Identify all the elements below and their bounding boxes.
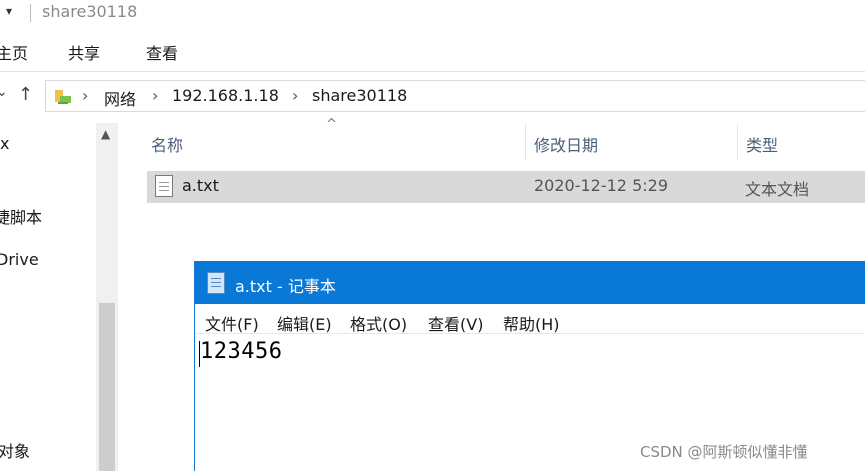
up-arrow-icon[interactable]: ↑ xyxy=(18,84,33,105)
network-folder-icon xyxy=(55,90,71,104)
chevron-right-icon: › xyxy=(152,86,159,105)
file-type: 文本文档 xyxy=(745,180,810,199)
column-divider[interactable] xyxy=(525,124,526,160)
nav-item[interactable]: 对象 xyxy=(0,438,30,462)
notepad-title: a.txt - 记事本 xyxy=(235,277,336,296)
menu-file[interactable]: 文件(F) xyxy=(205,311,259,335)
watermark: CSDN @阿斯顿似懂非懂 xyxy=(640,443,808,461)
menu-help[interactable]: 帮助(H) xyxy=(503,311,560,335)
file-row[interactable]: a.txt 2020-12-12 5:29 文本文档 xyxy=(147,171,865,203)
file-date: 2020-12-12 5:29 xyxy=(534,176,668,195)
column-header-type[interactable]: 类型 xyxy=(746,120,778,164)
notepad-titlebar[interactable]: a.txt - 记事本 xyxy=(195,261,865,304)
text-file-icon xyxy=(155,175,173,197)
breadcrumb-share[interactable]: share30118 xyxy=(312,86,407,105)
window-title: share30118 xyxy=(42,2,138,21)
address-row: ⌄ ↑ › 网络 › 192.168.1.18 › share30118 xyxy=(0,78,865,114)
recent-locations-icon[interactable]: ⌄ xyxy=(0,84,8,100)
nav-item[interactable]: 捷脚本 xyxy=(0,204,42,228)
breadcrumb-host[interactable]: 192.168.1.18 xyxy=(172,86,279,105)
chevron-right-icon: › xyxy=(82,86,89,105)
notepad-icon xyxy=(207,272,225,294)
sort-ascending-icon: ^ xyxy=(326,117,337,132)
address-bar[interactable]: › 网络 › 192.168.1.18 › share30118 xyxy=(45,80,865,112)
tab-view[interactable]: 查看 xyxy=(146,40,178,64)
chevron-right-icon: › xyxy=(292,86,299,105)
explorer-titlebar: ▾ share30118 xyxy=(0,0,865,28)
nav-scrollbar[interactable]: ▲ xyxy=(96,123,118,471)
menu-edit[interactable]: 编辑(E) xyxy=(277,311,332,335)
file-name: a.txt xyxy=(182,176,219,195)
titlebar-divider xyxy=(30,4,31,22)
notepad-menubar: 文件(F) 编辑(E) 格式(O) 查看(V) 帮助(H) xyxy=(195,304,865,334)
nav-item[interactable]: x xyxy=(0,134,9,153)
column-divider[interactable] xyxy=(737,124,738,160)
ribbon-tabs: 主页 共享 查看 xyxy=(0,36,865,66)
breadcrumb-network[interactable]: 网络 xyxy=(104,86,136,110)
nav-item[interactable]: Drive xyxy=(0,250,39,269)
tab-share[interactable]: 共享 xyxy=(68,40,100,64)
tab-home[interactable]: 主页 xyxy=(0,40,28,64)
notepad-content: 123456 xyxy=(200,339,283,364)
menu-view[interactable]: 查看(V) xyxy=(428,311,483,335)
scrollbar-thumb[interactable] xyxy=(99,303,115,471)
ribbon-divider xyxy=(0,71,865,72)
column-header-name[interactable]: 名称 xyxy=(151,120,183,164)
notepad-window: a.txt - 记事本 文件(F) 编辑(E) 格式(O) 查看(V) 帮助(H… xyxy=(194,261,865,471)
scroll-up-icon[interactable]: ▲ xyxy=(101,127,110,141)
menu-format[interactable]: 格式(O) xyxy=(350,311,407,335)
quick-access-dropdown-icon[interactable]: ▾ xyxy=(6,4,12,18)
column-header-date[interactable]: 修改日期 xyxy=(534,120,598,164)
